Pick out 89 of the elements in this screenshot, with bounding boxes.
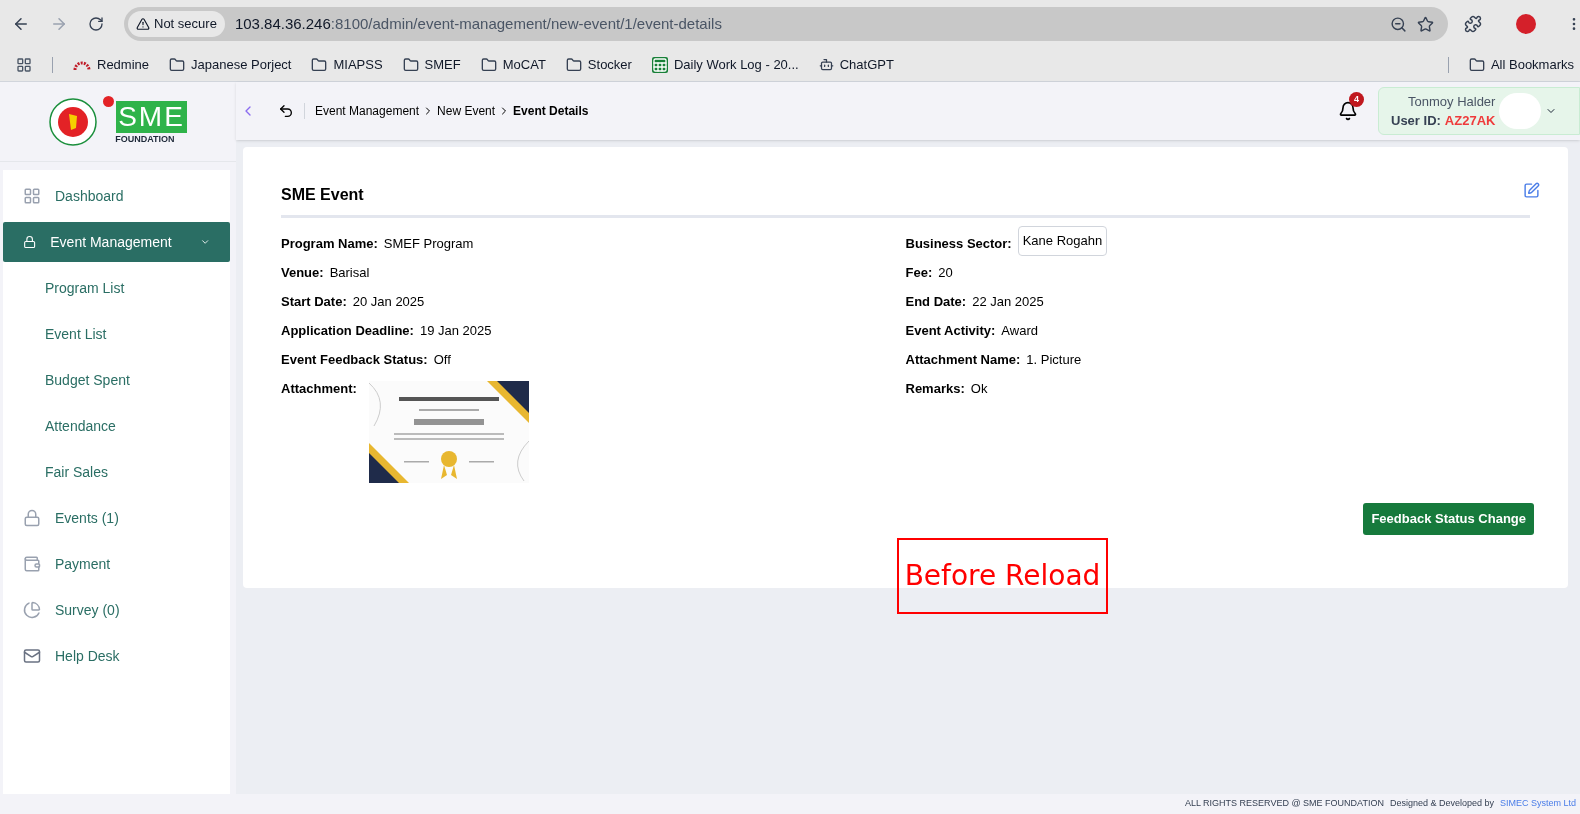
notification-badge: 4 [1349,92,1364,107]
field-value: Ok [970,380,988,398]
spreadsheet-icon [651,56,668,73]
logo-mark: SME [116,101,187,134]
field-value: 20 [938,264,953,282]
annotation-box: Before Reload [897,538,1108,614]
field-label: Event Activity: [905,322,996,340]
avatar [1499,93,1542,129]
field-label: Attachment Name: [905,351,1021,369]
submenu-item[interactable]: Attendance [3,406,230,446]
bookmark[interactable]: Stocker [565,54,632,75]
sidebar-item[interactable]: Dashboard [3,176,230,216]
field-value: Award [1001,322,1038,340]
field-label: Fee: [905,264,933,282]
all-bookmarks[interactable]: All Bookmarks [1468,54,1574,75]
submenu-item[interactable]: Event List [3,314,230,354]
submenu-item[interactable]: Program List [3,268,230,308]
field-label: Attachment: [281,380,357,398]
folder-icon [480,56,497,73]
bookmark[interactable]: Redmine [73,54,150,75]
user-id-label: User ID: [1391,112,1441,130]
card-title: SME Event [281,185,364,205]
copyright-text: ALL RIGHTS RESERVED @ SME FOUNDATION [1184,797,1384,811]
bookmark[interactable]: SMEF [402,54,461,75]
user-card[interactable]: Tonmoy Halder User ID: AZ27AK [1378,87,1580,135]
field-value: 22 Jan 2025 [972,293,1044,311]
back-icon[interactable] [12,15,30,33]
field-value: 20 Jan 2025 [352,293,425,311]
back-icon[interactable] [278,103,294,119]
field-label: Remarks: [905,380,965,398]
user-name: Tonmoy Halder [1408,92,1496,111]
field-label: Application Deadline: [281,322,414,340]
submenu-item[interactable]: Budget Spent [3,360,230,400]
folder-icon [311,56,328,73]
folder-icon [169,56,186,73]
user-id: AZ27AK [1444,112,1496,130]
edit-icon[interactable] [1523,181,1540,199]
extensions-icon[interactable] [1464,15,1482,33]
field-value: Off [433,351,451,369]
bookmark[interactable]: Japanese Porject [169,54,292,75]
sidebar-item[interactable]: Survey (0) [3,590,230,630]
folder-icon [1468,56,1485,73]
security-chip[interactable]: Not secure [128,11,225,37]
bookmark[interactable]: MoCAT [480,54,546,75]
apps-icon[interactable] [16,56,32,73]
wallet-icon [23,555,41,573]
breadcrumb[interactable]: New Event [437,102,496,120]
field-label: Event Feedback Status: [281,351,428,369]
zoom-icon[interactable] [1390,15,1407,33]
sidebar-item[interactable]: Payment [3,544,230,584]
mail-icon [23,647,41,665]
emblem-icon [49,97,98,146]
field-value: 19 Jan 2025 [419,322,492,340]
folder-icon [402,56,419,73]
sidebar-item[interactable]: Events (1) [3,498,230,538]
field-label: Start Date: [281,293,347,311]
folder-icon [565,56,582,73]
field-value: SMEF Program [383,235,474,253]
field-label: Venue: [281,264,324,282]
breadcrumb[interactable]: Event Management [315,102,420,120]
bookmark[interactable]: ChatGPT [818,54,894,75]
breadcrumb: Event Details [513,103,589,120]
credit-text: Designed & Developed by [1389,797,1494,811]
star-icon[interactable] [1417,15,1434,33]
company-link[interactable]: SIMEC System Ltd [1499,797,1576,811]
field-value: 1. Picture [1026,351,1082,369]
bookmark[interactable]: Daily Work Log - 20... [651,54,799,75]
notification-bell[interactable] [1338,101,1358,121]
sector-tag: Kane Rogahn [1017,226,1108,256]
profile-avatar[interactable] [1516,14,1536,34]
field-label: Program Name: [281,235,378,253]
field-label: End Date: [905,293,967,311]
submenu-item[interactable]: Fair Sales [3,452,230,492]
reload-icon[interactable] [88,16,104,32]
warning-icon [136,17,150,31]
lock-icon [23,509,41,527]
logo-subtitle: FOUNDATION [115,133,175,147]
pie-chart-icon [23,601,41,619]
lock-icon [23,233,37,251]
grid-icon [23,187,41,205]
sidebar-item[interactable]: Event Management [3,222,230,262]
url-text: 103.84.36.246:8100/admin/event-management/new-event/1/event-details [234,13,722,34]
address-bar[interactable]: Not secure 103.84.36.246:8100/admin/event-management/new-event/1/event-details [124,7,1448,41]
field-label: Business Sector: [905,235,1012,253]
field-value: Barisal [329,264,370,282]
chat-icon [818,57,834,72]
bookmark[interactable]: MIAPSS [311,54,383,75]
sidebar-item[interactable]: Help Desk [3,636,230,676]
feedback-status-button[interactable]: Feedback Status Change [1363,503,1534,535]
